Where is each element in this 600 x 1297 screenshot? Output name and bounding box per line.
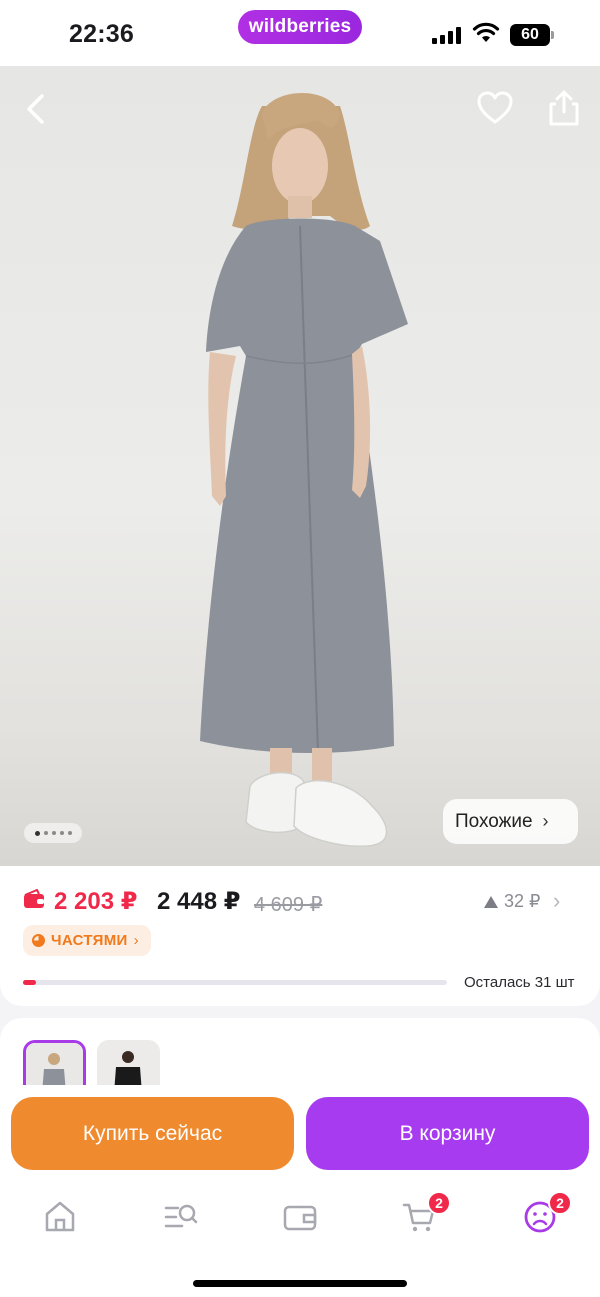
stock-progress-fill (23, 980, 36, 985)
wallet-price-icon (24, 889, 44, 908)
stock-progress-bar (23, 980, 447, 985)
battery-cap (551, 31, 554, 39)
gallery-dot (51, 831, 56, 835)
gallery-pagination (24, 823, 82, 843)
tab-wallet[interactable] (282, 1199, 318, 1235)
home-icon (45, 1201, 75, 1232)
wallet-price: 2 203 ₽ (54, 888, 138, 915)
points-value: 32 ₽ (504, 891, 541, 911)
home-indicator (193, 1280, 407, 1287)
installments-pie-icon (32, 934, 45, 947)
gallery-dot (67, 831, 72, 835)
gallery-dot-active (34, 830, 40, 836)
points-info[interactable]: 32 ₽ (484, 891, 540, 912)
profile-notification-badge: 2 (548, 1191, 572, 1215)
price-card: 2 203 ₽ 2 448 ₽ 4 609 ₽ 32 ₽ › ЧАСТЯМИ ›… (0, 866, 600, 1006)
tab-catalog[interactable] (163, 1199, 199, 1235)
old-price: 4 609 ₽ (254, 894, 323, 916)
gallery-dot (43, 831, 48, 835)
points-triangle-icon (484, 895, 498, 908)
similar-label: Похожие (455, 810, 533, 832)
wallet-icon (283, 1205, 317, 1231)
chevron-right-icon[interactable]: › (553, 888, 560, 914)
wifi-icon (472, 22, 500, 42)
cart-count-badge: 2 (427, 1191, 451, 1215)
product-image[interactable]: Похожие › (0, 66, 600, 866)
purchase-actions: Купить сейчас В корзину (0, 1085, 600, 1185)
tab-home[interactable] (42, 1199, 78, 1235)
signal-icon (432, 26, 461, 44)
tab-cart[interactable]: 2 (401, 1191, 451, 1235)
stock-remaining-text: Осталась 31 шт (464, 974, 575, 991)
heart-icon[interactable] (476, 90, 514, 126)
bottom-tab-bar: 2 2 (0, 1185, 600, 1297)
battery-icon: 60 (510, 24, 550, 46)
status-time: 22:36 (69, 20, 134, 48)
tab-profile[interactable]: 2 (522, 1191, 572, 1235)
add-to-cart-button[interactable]: В корзину (306, 1097, 589, 1170)
back-arrow-icon[interactable] (20, 92, 54, 126)
brand-logo: wildberries (238, 10, 362, 44)
status-bar: 22:36 wildberries 60 (0, 0, 600, 66)
buy-now-button[interactable]: Купить сейчас (11, 1097, 294, 1170)
share-icon[interactable] (546, 88, 582, 128)
chevron-right-icon: › (133, 932, 139, 949)
similar-button[interactable]: Похожие › (443, 799, 578, 844)
catalog-search-icon (164, 1204, 198, 1228)
chevron-right-icon: › (542, 811, 549, 831)
current-price: 2 448 ₽ (157, 888, 241, 915)
product-screen: 22:36 wildberries 60 Похожие › 2 203 ₽ 2… (0, 0, 600, 1297)
installments-badge[interactable]: ЧАСТЯМИ › (23, 925, 151, 956)
model-photo (200, 92, 408, 847)
installments-label: ЧАСТЯМИ (51, 932, 128, 949)
gallery-dot (59, 831, 64, 835)
